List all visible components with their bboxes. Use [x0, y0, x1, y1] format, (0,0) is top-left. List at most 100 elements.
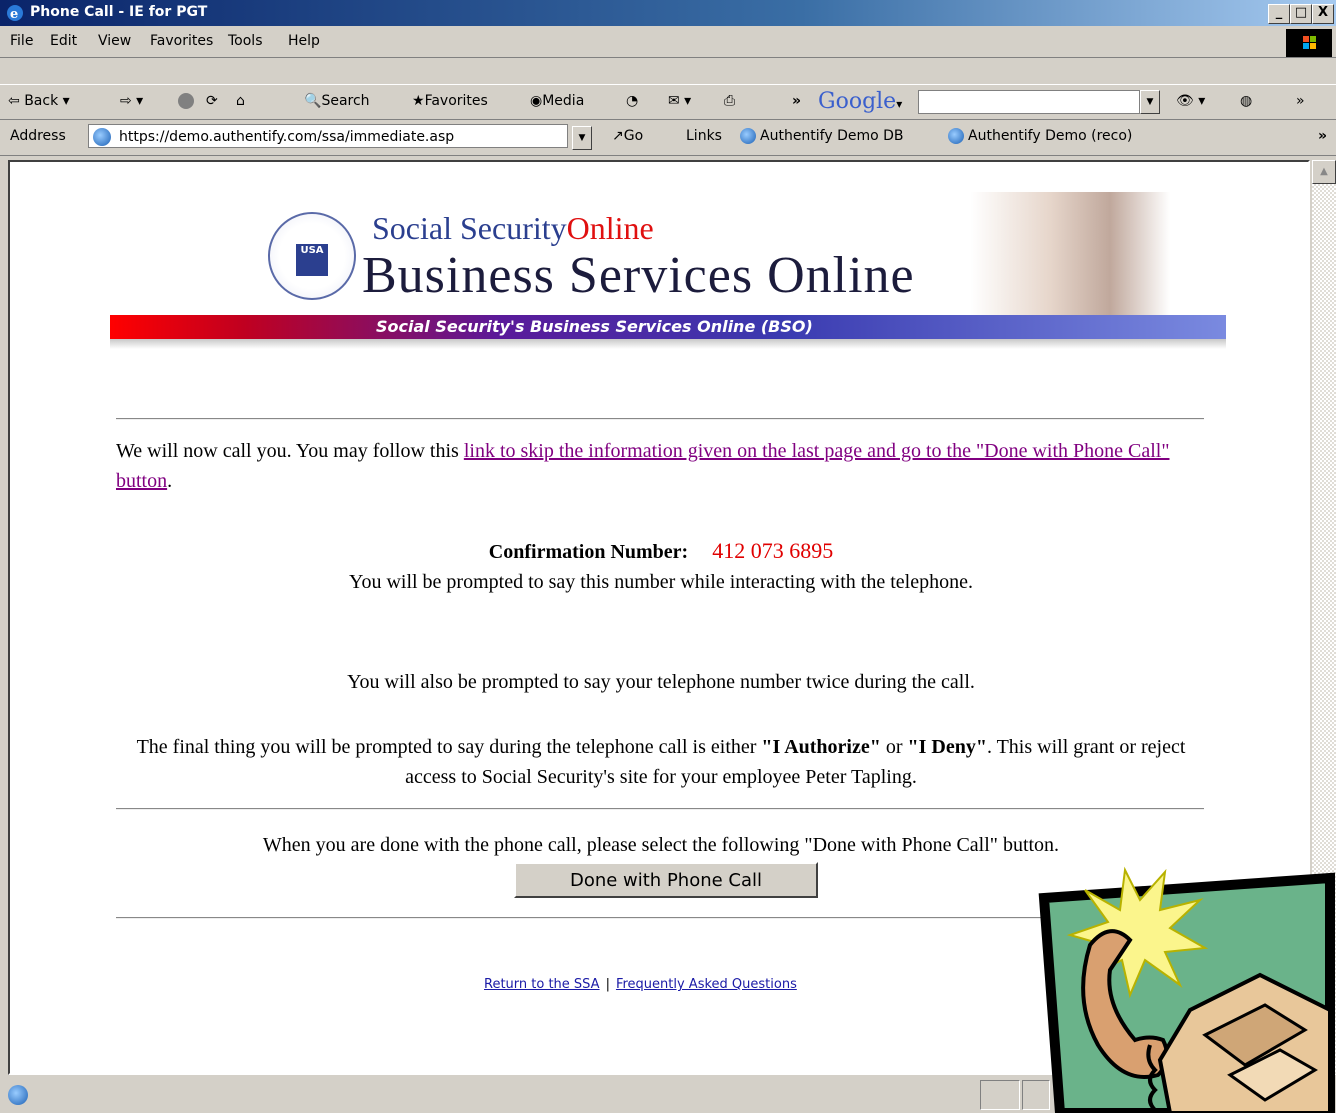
stop-icon — [178, 93, 194, 109]
address-label: Address — [10, 128, 66, 144]
home-icon: ⌂ — [236, 93, 245, 109]
final-text: The final thing you will be prompted to … — [136, 736, 762, 758]
ssa-seal-logo: USA — [268, 212, 356, 300]
search-label: Search — [321, 93, 370, 109]
favorites-label: Favorites — [424, 93, 488, 109]
binoculars-icon: 👁 — [1176, 93, 1194, 109]
bso-banner: USA Social SecurityOnline Business Servi… — [110, 192, 1226, 357]
svg-text:e: e — [10, 7, 18, 22]
authorize-phrase: "I Authorize" — [761, 736, 881, 758]
favorites-icon: ★ — [412, 93, 425, 109]
go-arrow-icon: ↗ — [612, 128, 624, 144]
menu-edit[interactable]: Edit — [50, 33, 77, 49]
media-icon: ◉ — [530, 93, 543, 109]
menu-favorites[interactable]: Favorites — [150, 33, 213, 49]
menu-file[interactable]: File — [10, 33, 33, 49]
seal-usa-shield: USA — [296, 244, 328, 276]
business-services-online-title: Business Services Online — [362, 247, 915, 304]
footer-links: Return to the SSA | Frequently Asked Quest… — [484, 977, 797, 992]
refresh-button[interactable]: ⟳ — [206, 93, 218, 109]
page-status-icon — [8, 1085, 28, 1105]
done-with-phone-call-button[interactable]: Done with Phone Call — [514, 862, 818, 898]
search-icon: 🔍 — [304, 93, 322, 109]
faq-link[interactable]: Frequently Asked Questions — [616, 977, 797, 992]
divider — [116, 808, 1204, 810]
deny-phrase: "I Deny" — [907, 736, 987, 758]
mail-icon: ✉ — [668, 93, 680, 109]
intro-text: We will now call you. You may follow thi… — [116, 440, 464, 462]
link-authentify-demo-db[interactable]: Authentify Demo DB — [740, 128, 904, 144]
ie-page-icon — [740, 128, 756, 144]
confirmation-label: Confirmation Number: — [488, 541, 689, 563]
confirmation-number: 412 073 6895 — [712, 538, 834, 563]
history-button[interactable]: ◔ — [626, 93, 638, 109]
address-url: https://demo.authentify.com/ssa/immediat… — [119, 129, 455, 145]
back-label: Back — [24, 93, 59, 109]
google-wordmark: Google — [818, 89, 897, 114]
banner-shadow — [110, 339, 1226, 349]
links-label: Links — [686, 128, 722, 144]
menu-tools[interactable]: Tools — [228, 33, 263, 49]
banner-photo — [970, 192, 1170, 322]
ie-icon: e — [7, 5, 23, 22]
intro-paragraph: We will now call you. You may follow thi… — [116, 436, 1206, 496]
address-bar: Address https://demo.authentify.com/ssa/… — [0, 119, 1336, 156]
media-button[interactable]: ◉Media — [530, 93, 584, 109]
google-search-dropdown[interactable]: ▼ — [1140, 90, 1160, 114]
link-label: Authentify Demo (reco) — [968, 128, 1133, 144]
status-pane — [980, 1080, 1020, 1110]
menu-bar: File Edit View Favorites Tools Help — [0, 27, 1336, 58]
maximize-button[interactable]: □ — [1290, 4, 1312, 24]
address-dropdown[interactable]: ▼ — [572, 126, 592, 150]
close-button[interactable]: X — [1312, 4, 1334, 24]
go-label: Go — [623, 128, 644, 144]
minimize-button[interactable]: _ — [1268, 4, 1290, 24]
standard-toolbar: ⇦ Back ▾ ⇨ ▾ ⟳ ⌂ 🔍Search ★Favorites ◉Med… — [0, 84, 1336, 120]
menu-help[interactable]: Help — [288, 33, 320, 49]
back-button[interactable]: ⇦ Back ▾ — [8, 93, 70, 109]
scroll-up-button[interactable]: ▲ — [1312, 160, 1336, 184]
toolbar-overflow-2[interactable]: » — [1296, 93, 1305, 109]
confirmation-note: You will be prompted to say this number … — [349, 571, 973, 593]
back-arrow-icon: ⇦ — [8, 93, 20, 109]
address-input[interactable]: https://demo.authentify.com/ssa/immediat… — [88, 124, 568, 148]
search-button[interactable]: 🔍Search — [304, 93, 370, 109]
return-to-ssa-link[interactable]: Return to the SSA — [484, 977, 600, 992]
print-button[interactable]: ⎙ — [724, 93, 735, 109]
footer-separator: | — [605, 977, 610, 992]
logo-text-social-security: Social Security — [372, 210, 567, 246]
menu-view[interactable]: View — [98, 33, 131, 49]
divider — [116, 418, 1204, 420]
toolbar-gap — [0, 58, 1336, 84]
forward-arrow-icon: ⇨ — [120, 93, 132, 109]
refresh-icon: ⟳ — [206, 93, 218, 109]
confirmation-line: Confirmation Number: 412 073 6895 — [116, 536, 1206, 567]
stop-button[interactable] — [178, 93, 194, 109]
toolbar-overflow[interactable]: » — [792, 93, 801, 109]
go-button[interactable]: ↗Go — [612, 128, 643, 144]
forward-button[interactable]: ⇨ ▾ — [120, 93, 143, 109]
banner-subtitle: Social Security's Business Services Onli… — [376, 317, 813, 336]
google-search-input[interactable] — [918, 90, 1140, 114]
globe-icon: ◍ — [1240, 93, 1253, 109]
window-title-bar[interactable]: e Phone Call - IE for PGT _ □ X — [0, 0, 1336, 26]
media-label: Media — [542, 93, 585, 109]
ringing-phone-clipart — [1038, 866, 1335, 1113]
link-label: Authentify Demo DB — [760, 128, 904, 144]
page-globe-icon — [93, 128, 111, 146]
intro-end: . — [167, 470, 173, 492]
google-options-button[interactable]: ◍ — [1240, 93, 1252, 109]
home-button[interactable]: ⌂ — [236, 93, 245, 109]
final-instruction: The final thing you will be prompted to … — [116, 732, 1206, 792]
banner-subtitle-bar: Social Security's Business Services Onli… — [110, 315, 1226, 339]
links-overflow[interactable]: » — [1318, 128, 1327, 144]
done-instruction: When you are done with the phone call, p… — [262, 834, 1060, 856]
favorites-button[interactable]: ★Favorites — [412, 93, 488, 109]
link-authentify-demo-reco[interactable]: Authentify Demo (reco) — [948, 128, 1132, 144]
mail-button[interactable]: ✉ ▾ — [668, 93, 691, 109]
binoculars-button[interactable]: 👁 ▾ — [1176, 93, 1205, 109]
google-logo: Google▾ — [818, 89, 902, 114]
social-security-online-logo: Social SecurityOnline — [372, 210, 654, 247]
google-dropdown-arrow[interactable]: ▾ — [896, 97, 902, 111]
ie-page-icon — [948, 128, 964, 144]
